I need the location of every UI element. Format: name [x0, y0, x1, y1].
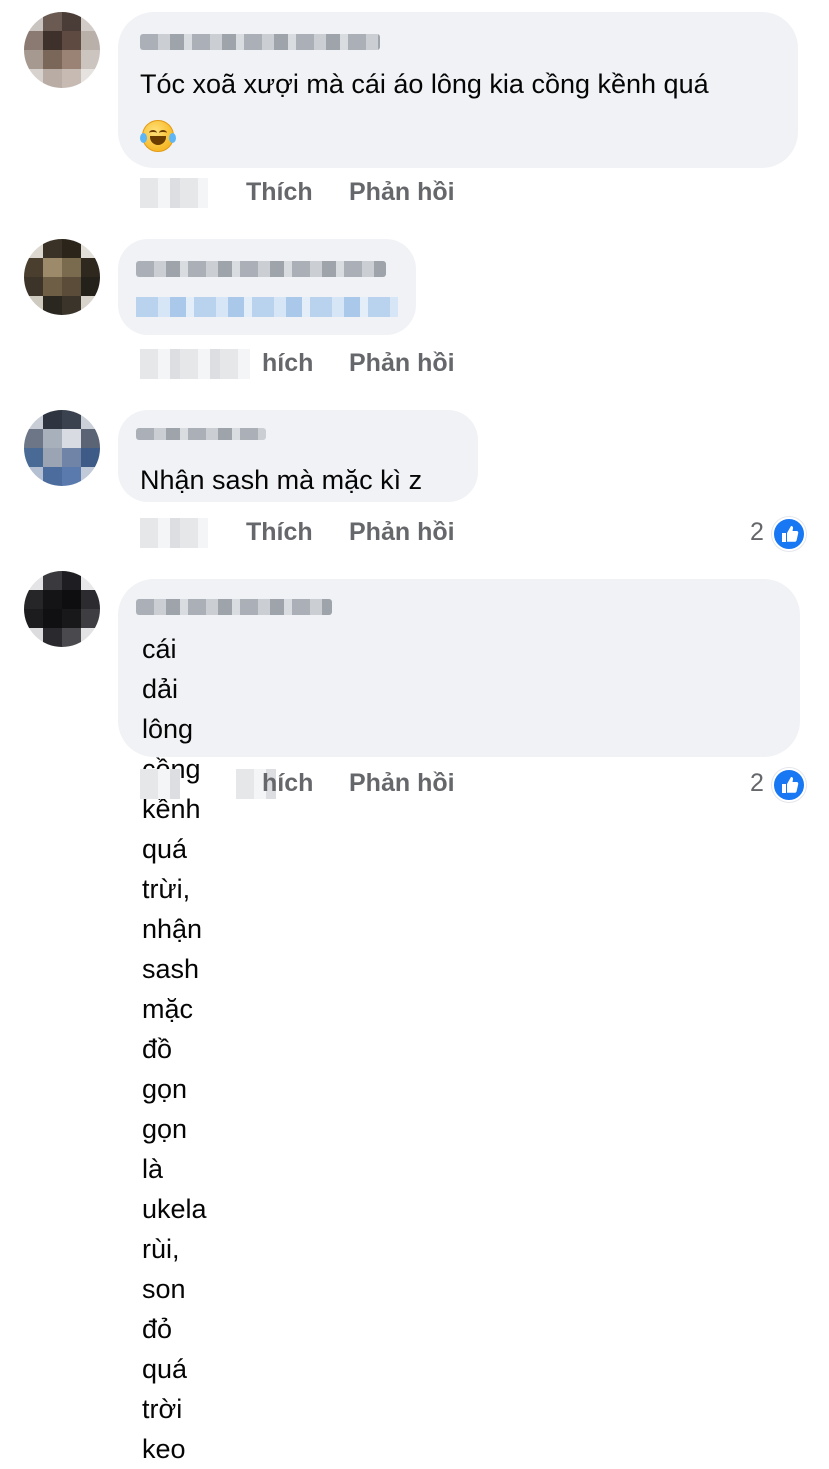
comment-text: Tóc xoã xượi mà cái áo lông kia cồng kền… [140, 69, 709, 99]
comment-actions: hích Phản hồi 2 [0, 768, 829, 803]
author-name-redacted[interactable] [136, 428, 266, 440]
comment-2: hích Phản hồi [0, 225, 829, 395]
comment-actions: Thích Phản hồi [0, 178, 829, 212]
comment-bubble: Nhận sash mà mặc kì z [118, 410, 478, 502]
author-name-redacted[interactable] [136, 599, 332, 615]
comment-3: Nhận sash mà mặc kì z Thích Phản hồi 2 [0, 400, 829, 560]
like-reaction-icon[interactable] [772, 768, 806, 802]
reaction-count[interactable]: 2 [750, 518, 764, 547]
avatar[interactable] [24, 239, 100, 315]
comment-actions: hích Phản hồi [0, 349, 829, 383]
like-button[interactable]: Thích [246, 518, 313, 547]
author-name-redacted[interactable] [136, 261, 386, 277]
reaction-count[interactable]: 2 [750, 769, 764, 798]
avatar[interactable] [24, 571, 100, 647]
like-button[interactable]: hích [262, 349, 313, 378]
comment-text-redacted [136, 297, 398, 317]
timestamp-redacted[interactable] [140, 178, 208, 208]
avatar[interactable] [24, 12, 100, 88]
timestamp-redacted[interactable] [140, 769, 180, 799]
avatar[interactable] [24, 410, 100, 486]
comment-bubble [118, 239, 416, 335]
author-name-redacted[interactable] [140, 34, 380, 50]
comment-text: cái dải lông cồng kềnh quá trừi, nhận sa… [142, 634, 207, 1464]
comment-bubble: cái dải lông cồng kềnh quá trừi, nhận sa… [118, 579, 800, 1464]
timestamp-redacted[interactable] [140, 518, 208, 548]
reply-button[interactable]: Phản hồi [349, 178, 455, 207]
reply-button[interactable]: Phản hồi [349, 349, 455, 378]
reply-button[interactable]: Phản hồi [349, 518, 455, 547]
reply-button[interactable]: Phản hồi [349, 769, 455, 798]
comment-4: cái dải lông cồng kềnh quá trừi, nhận sa… [0, 565, 829, 1464]
like-reaction-icon[interactable] [772, 517, 806, 551]
thumbs-up-icon [782, 526, 799, 542]
like-button[interactable]: hích [262, 769, 313, 798]
comment-1: Tóc xoã xượi mà cái áo lông kia cồng kền… [0, 0, 829, 220]
laughing-with-tears-emoji [140, 120, 176, 152]
thumbs-up-icon [782, 777, 799, 793]
comment-actions: Thích Phản hồi 2 [0, 517, 829, 552]
comment-bubble: Tóc xoã xượi mà cái áo lông kia cồng kền… [118, 12, 798, 168]
comment-text: Nhận sash mà mặc kì z [140, 465, 423, 495]
timestamp-redacted[interactable] [140, 349, 250, 379]
like-button[interactable]: Thích [246, 178, 313, 207]
